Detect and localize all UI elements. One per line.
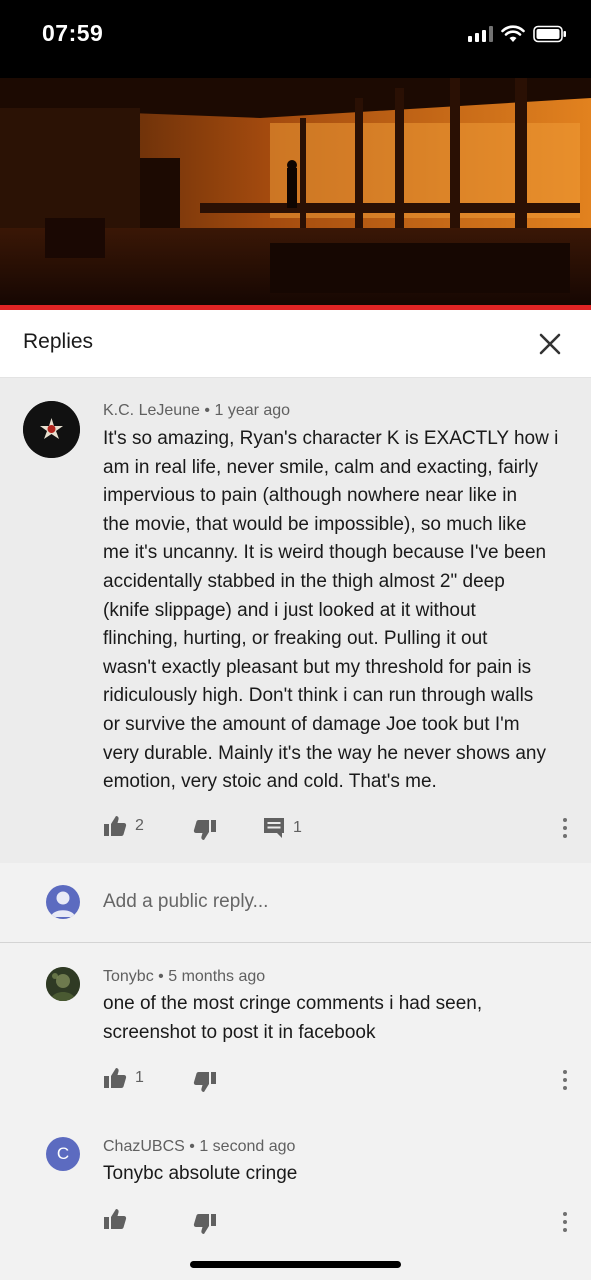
- comment-time: 1 year ago: [214, 402, 291, 419]
- battery-icon: [533, 25, 566, 43]
- wifi-icon: [501, 25, 525, 42]
- status-icons: [468, 25, 567, 43]
- reply-meta: Tonybc • 5 months ago: [103, 968, 265, 986]
- comment-text: It's so amazing, Ryan's character K is E…: [103, 425, 573, 797]
- comment-text-line: (knife slippage) and i just looked at it…: [103, 599, 476, 621]
- reply-text: one of the most cringe comments i had se…: [103, 990, 573, 1047]
- reply-count-button[interactable]: 1: [263, 817, 302, 839]
- comment-text-line: very durable. Mainly it's the way he nev…: [103, 742, 546, 764]
- thumbs-down-icon: [193, 1072, 216, 1092]
- more-vert-icon: [563, 1212, 567, 1216]
- thumbs-down-icon: [193, 1214, 216, 1234]
- comment-text-line: the movie, that would be impossible), so…: [103, 513, 527, 535]
- reply-text-line: screenshot to post it in facebook: [103, 1021, 376, 1043]
- comment-text-line: It's so amazing, Ryan's character K is E…: [103, 428, 559, 449]
- thumbs-up-icon: [104, 816, 127, 836]
- user-avatar: [46, 885, 80, 919]
- more-vert-icon: [563, 818, 567, 822]
- dislike-button[interactable]: [193, 1071, 217, 1093]
- comment-text-line: emotion, very stoic and cold. That's me.: [103, 771, 437, 793]
- status-bar: 07:59: [0, 0, 591, 78]
- meta-separator: •: [158, 968, 164, 985]
- signal-icon: [468, 26, 493, 42]
- close-icon: [539, 333, 561, 355]
- meta-separator: •: [189, 1138, 195, 1155]
- thumbs-up-icon: [104, 1068, 127, 1088]
- replies-header: Replies: [0, 310, 591, 378]
- comment-icon: [264, 818, 284, 838]
- comment-text-line: am in real life, never smile, calm and e…: [103, 456, 539, 478]
- avatar[interactable]: [46, 967, 80, 1001]
- emblem-icon: [23, 401, 80, 458]
- more-vert-icon: [563, 1070, 567, 1074]
- like-count: 2: [135, 817, 144, 834]
- reply-author[interactable]: ChazUBCS: [103, 1138, 185, 1155]
- more-options-button[interactable]: [560, 1070, 570, 1090]
- reply-count: 1: [293, 819, 302, 836]
- thumbs-up-icon: [104, 1209, 127, 1229]
- reply-input-row: [0, 863, 591, 943]
- comment-text-line: impervious to pain (although nowhere nea…: [103, 485, 518, 507]
- dislike-button[interactable]: [193, 1213, 217, 1235]
- more-options-button[interactable]: [560, 1212, 570, 1232]
- comment-meta: K.C. LeJeune • 1 year ago: [103, 402, 290, 420]
- reply-author[interactable]: Tonybc: [103, 968, 154, 985]
- dislike-button[interactable]: [193, 819, 217, 841]
- avatar-image: [46, 967, 80, 1001]
- reply-input[interactable]: Add a public reply...: [103, 891, 268, 913]
- avatar[interactable]: [23, 401, 80, 458]
- reply-text-line: one of the most cringe comments i had se…: [103, 993, 483, 1014]
- home-indicator[interactable]: [190, 1261, 401, 1268]
- meta-separator: •: [204, 402, 211, 419]
- comment-text-line: me it's uncanny. It is weird though beca…: [103, 542, 547, 564]
- comment-text-line: flinching, hurting, or freaking out. Pul…: [103, 628, 488, 650]
- person-icon: [51, 891, 75, 917]
- reply-time: 1 second ago: [199, 1138, 296, 1155]
- close-button[interactable]: [535, 329, 565, 359]
- reply-time: 5 months ago: [168, 968, 266, 985]
- comment-text-line: ridiculously high. Don't think i can run…: [103, 685, 534, 707]
- comment-text-line: accidentally stabbed in the thigh almost…: [103, 570, 505, 592]
- replies-title: Replies: [23, 330, 94, 353]
- avatar[interactable]: C: [46, 1137, 80, 1171]
- more-options-button[interactable]: [560, 818, 570, 838]
- like-button[interactable]: [103, 1208, 127, 1230]
- video-frame: [0, 78, 591, 310]
- thumbs-down-icon: [193, 820, 216, 840]
- video-player[interactable]: [0, 78, 591, 310]
- reply-text-line: Tonybc absolute cringe: [103, 1163, 298, 1184]
- comment-author[interactable]: K.C. LeJeune: [103, 402, 200, 419]
- reply-meta: ChazUBCS • 1 second ago: [103, 1138, 295, 1156]
- comment-text-line: or survive the amount of damage Joe took…: [103, 713, 520, 735]
- like-count: 1: [135, 1069, 144, 1086]
- like-button[interactable]: 2: [103, 815, 144, 837]
- status-time: 07:59: [42, 20, 104, 46]
- like-button[interactable]: 1: [103, 1067, 144, 1089]
- comment-text-line: wasn't exactly pleasant but my threshold…: [103, 656, 532, 678]
- reply-text: Tonybc absolute cringe: [103, 1160, 573, 1189]
